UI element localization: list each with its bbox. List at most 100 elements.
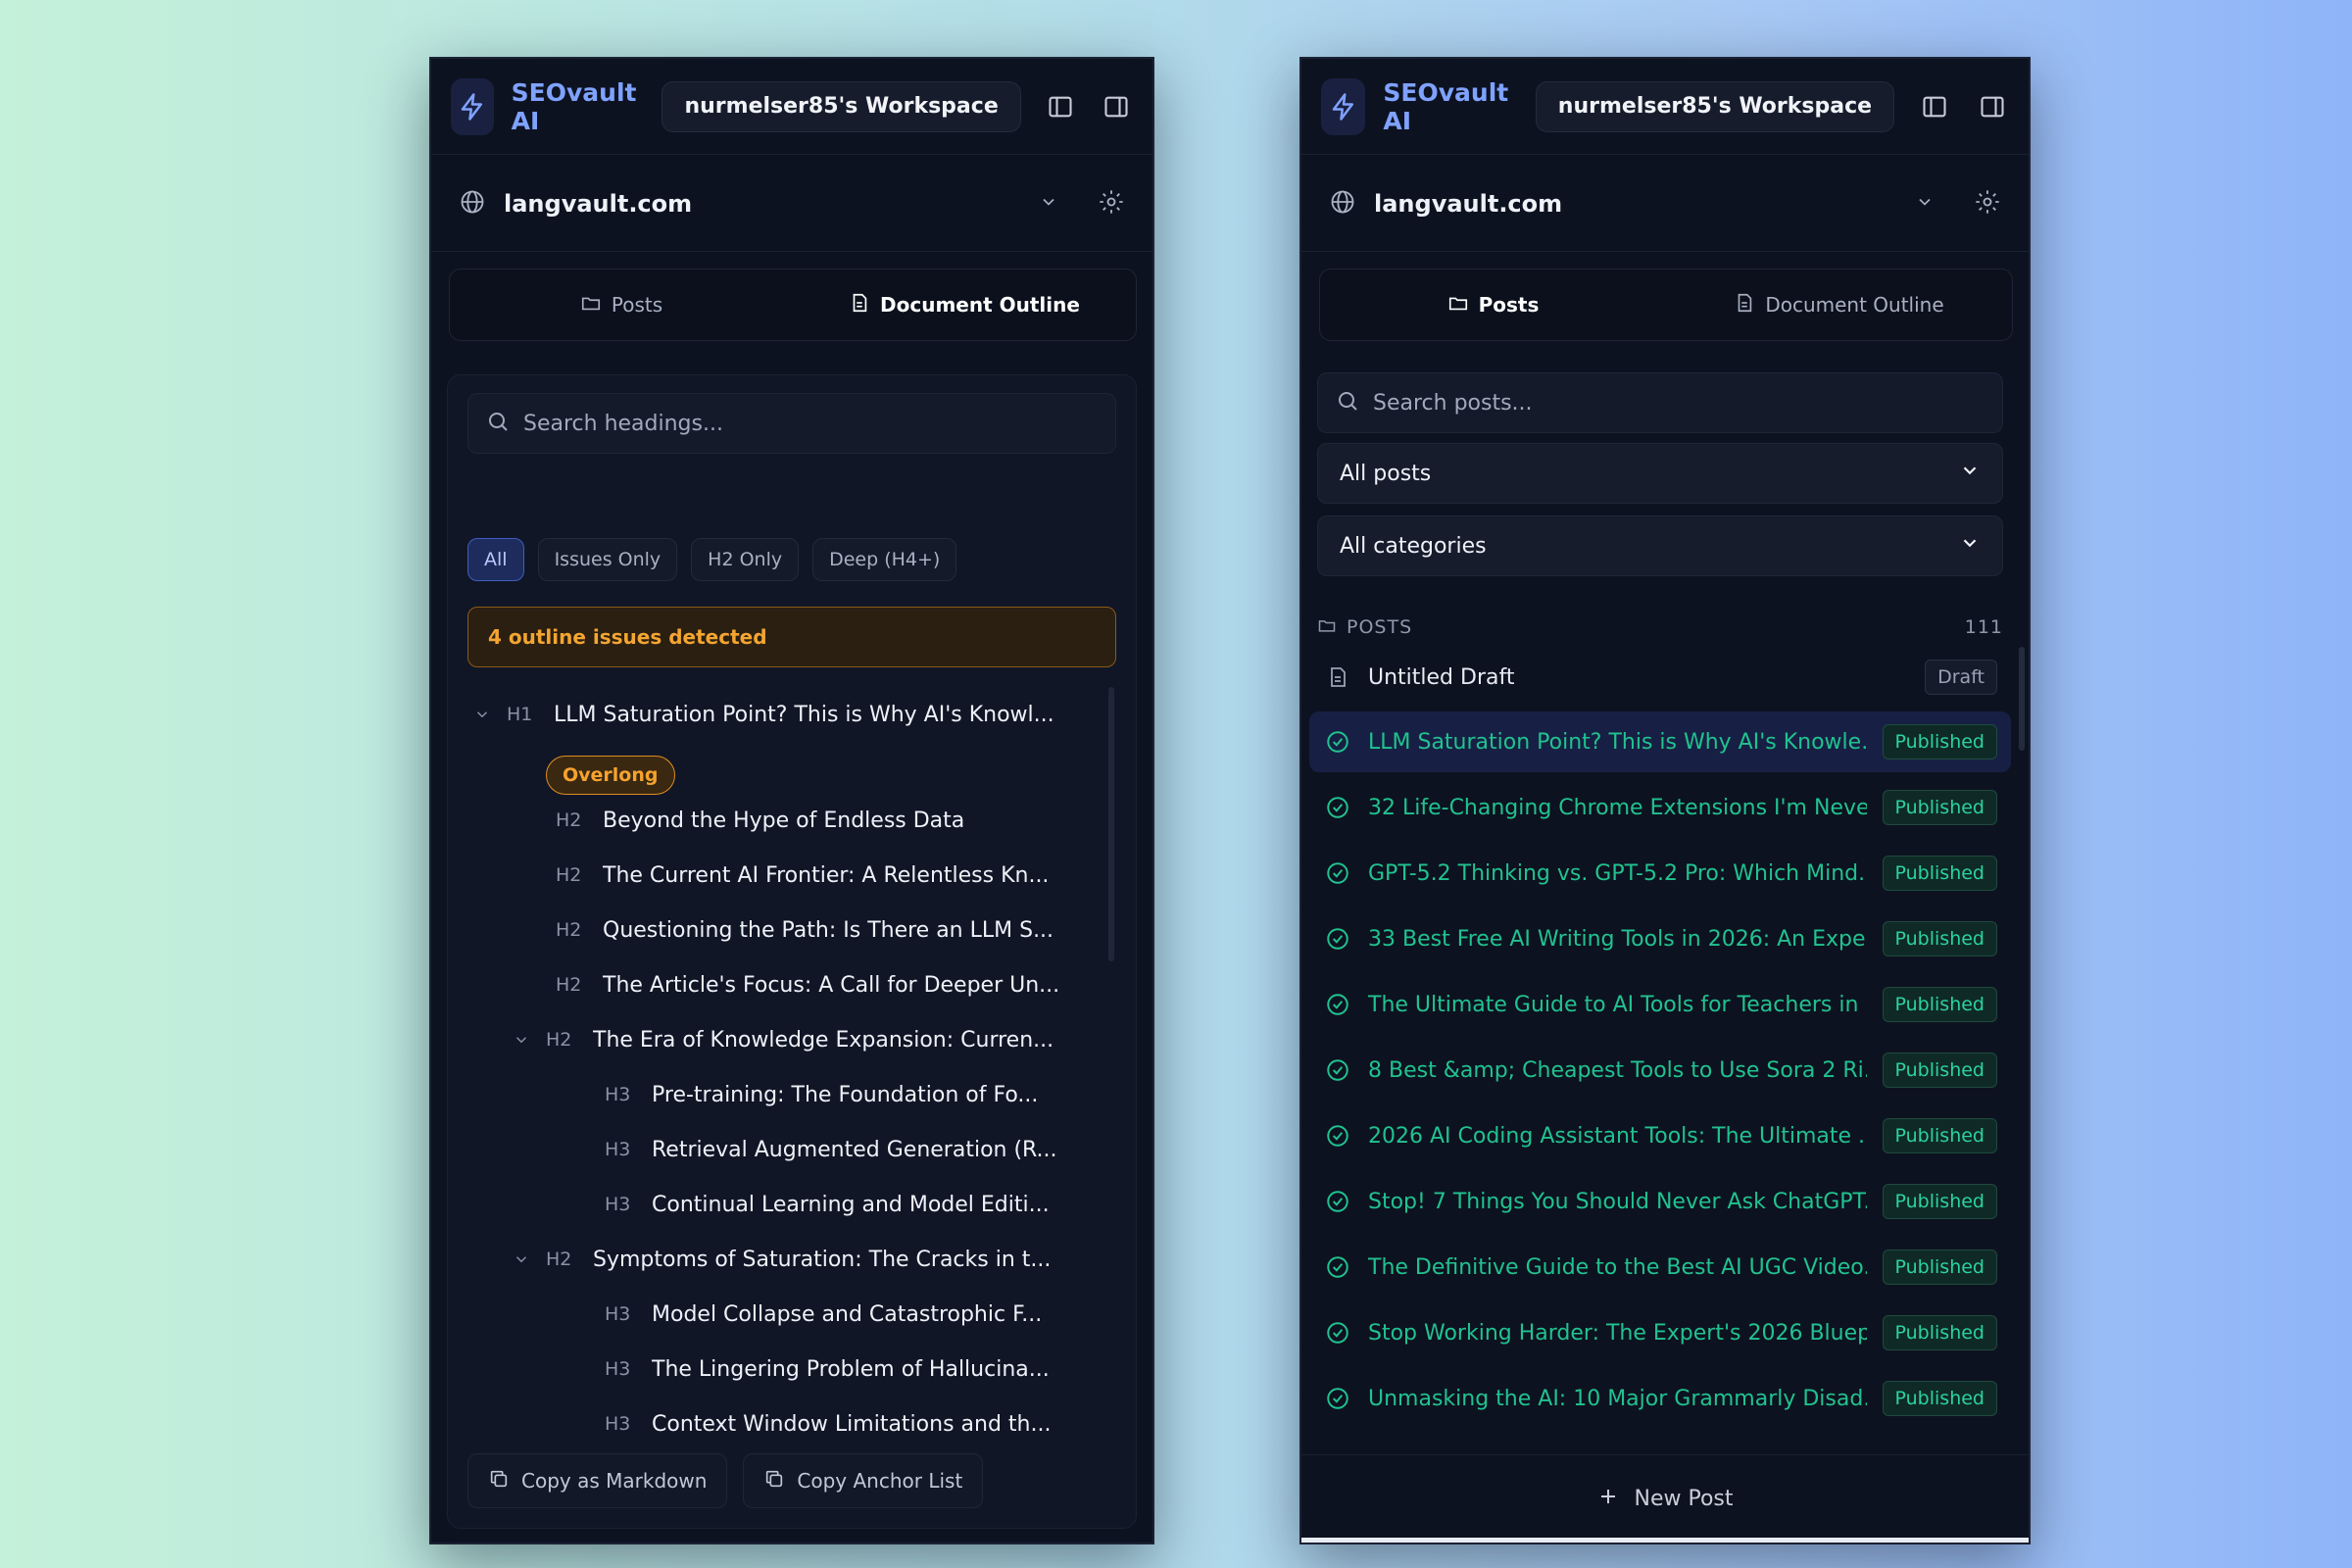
heading-text: The Article's Focus: A Call for Deeper U… bbox=[603, 972, 1060, 998]
panel-header: SEOvault AI nurmelser85's Workspace bbox=[1301, 59, 2029, 155]
bolt-icon[interactable] bbox=[451, 77, 494, 135]
post-item[interactable]: Unmasking the AI: 10 Major Grammarly Dis… bbox=[1309, 1368, 2011, 1429]
bolt-icon[interactable] bbox=[1321, 77, 1366, 135]
folder-icon bbox=[1447, 292, 1469, 318]
heading-text: LLM Saturation Point? This is Why AI's K… bbox=[554, 702, 1054, 727]
outline-panel: SEOvault AI nurmelser85's Workspace lang… bbox=[429, 57, 1154, 1544]
copy-anchor-button[interactable]: Copy Anchor List bbox=[743, 1453, 984, 1508]
tab-posts-label: Posts bbox=[1478, 293, 1540, 317]
heading-row[interactable]: H3 Continual Learning and Model Editi... bbox=[595, 1177, 1097, 1232]
filter-deep[interactable]: Deep (H4+) bbox=[812, 538, 957, 581]
heading-row[interactable]: H2 The Era of Knowledge Expansion: Curre… bbox=[507, 1012, 1097, 1067]
heading-row[interactable]: H3 Model Collapse and Catastrophic F... bbox=[595, 1287, 1097, 1342]
filter-chips: All Issues Only H2 Only Deep (H4+) bbox=[467, 538, 957, 581]
tab-document-outline[interactable]: Document Outline bbox=[793, 270, 1136, 340]
category-filter-value: All categories bbox=[1340, 533, 1487, 559]
copy-markdown-button[interactable]: Copy as Markdown bbox=[467, 1453, 728, 1508]
posts-panel: SEOvault AI nurmelser85's Workspace lang… bbox=[1299, 57, 2031, 1544]
post-item[interactable]: 8 Best &amp; Cheapest Tools to Use Sora … bbox=[1309, 1040, 2011, 1101]
document-icon bbox=[1323, 665, 1352, 689]
tab-outline-label: Document Outline bbox=[880, 293, 1080, 317]
post-item[interactable]: The Ultimate Guide to AI Tools for Teach… bbox=[1309, 974, 2011, 1035]
tab-posts[interactable]: Posts bbox=[1320, 270, 1666, 340]
workspace-switcher[interactable]: nurmelser85's Workspace bbox=[662, 80, 1021, 132]
post-item[interactable]: Stop Working Harder: The Expert's 2026 B… bbox=[1309, 1302, 2011, 1363]
folder-icon bbox=[1317, 615, 1337, 640]
post-item[interactable]: LLM Saturation Point? This is Why AI's K… bbox=[1309, 711, 2011, 772]
post-item[interactable]: 2026 AI Coding Assistant Tools: The Ulti… bbox=[1309, 1105, 2011, 1166]
tree-scrollbar[interactable] bbox=[1108, 687, 1114, 961]
view-tabs: Posts Document Outline bbox=[449, 269, 1137, 341]
heading-row[interactable]: H2 The Article's Focus: A Call for Deepe… bbox=[546, 957, 1097, 1012]
chevron-down-icon[interactable] bbox=[1915, 192, 1935, 216]
posts-section-header: POSTS 111 bbox=[1317, 608, 2003, 647]
post-title: GPT-5.2 Thinking vs. GPT-5.2 Pro: Which … bbox=[1368, 860, 1867, 886]
tab-posts[interactable]: Posts bbox=[450, 270, 793, 340]
posts-scrollbar[interactable] bbox=[2019, 647, 2025, 751]
sidebar-left-icon[interactable] bbox=[1918, 85, 1951, 128]
heading-level: H2 bbox=[546, 1029, 572, 1051]
chevron-down-icon[interactable] bbox=[1039, 192, 1058, 216]
heading-text: The Lingering Problem of Hallucina... bbox=[652, 1356, 1050, 1382]
status-badge: Published bbox=[1882, 1250, 1997, 1285]
post-item[interactable]: The Definitive Guide to the Best AI UGC … bbox=[1309, 1237, 2011, 1298]
status-filter-select[interactable]: All posts bbox=[1317, 443, 2003, 504]
status-badge: Published bbox=[1882, 1184, 1997, 1219]
post-search[interactable]: Search posts... bbox=[1317, 372, 2003, 433]
gear-icon[interactable] bbox=[1098, 188, 1125, 220]
filter-h2-only[interactable]: H2 Only bbox=[691, 538, 800, 581]
sidebar-left-icon[interactable] bbox=[1045, 85, 1077, 128]
heading-row[interactable]: H2 The Current AI Frontier: A Relentless… bbox=[546, 848, 1097, 903]
outline-actions: Copy as Markdown Copy Anchor List bbox=[467, 1453, 984, 1508]
issues-banner[interactable]: 4 outline issues detected bbox=[467, 607, 1116, 667]
post-title: 32 Life-Changing Chrome Extensions I'm N… bbox=[1368, 795, 1867, 820]
search-input[interactable]: Search posts... bbox=[1373, 391, 1533, 416]
post-item[interactable]: Stop! 7 Things You Should Never Ask Chat… bbox=[1309, 1171, 2011, 1232]
heading-text: Continual Learning and Model Editi... bbox=[652, 1192, 1050, 1217]
heading-row[interactable]: H3 Retrieval Augmented Generation (R... bbox=[595, 1122, 1097, 1177]
status-badge: Published bbox=[1882, 1381, 1997, 1416]
check-circle-icon bbox=[1323, 992, 1352, 1017]
heading-level: H3 bbox=[605, 1413, 631, 1435]
site-name: langvault.com bbox=[1374, 189, 1563, 218]
post-item[interactable]: GPT-5.2 Thinking vs. GPT-5.2 Pro: Which … bbox=[1309, 843, 2011, 904]
heading-level: H1 bbox=[507, 704, 533, 725]
heading-row[interactable]: H3 The Lingering Problem of Hallucina... bbox=[595, 1342, 1097, 1396]
sidebar-right-icon[interactable] bbox=[1976, 85, 2009, 128]
overlong-badge: Overlong bbox=[546, 756, 675, 795]
filter-issues-only[interactable]: Issues Only bbox=[537, 538, 678, 581]
tab-document-outline[interactable]: Document Outline bbox=[1666, 270, 2012, 340]
post-list: Untitled Draft Draft LLM Saturation Poin… bbox=[1309, 647, 2011, 1509]
heading-row[interactable]: H2 Beyond the Hype of Endless Data bbox=[546, 793, 1097, 848]
heading-row[interactable]: H2 Symptoms of Saturation: The Cracks in… bbox=[507, 1232, 1097, 1287]
search-input[interactable]: Search headings... bbox=[523, 412, 723, 436]
post-title: Untitled Draft bbox=[1368, 664, 1515, 690]
heading-row[interactable]: H3 Pre-training: The Foundation of Fo... bbox=[595, 1067, 1097, 1122]
gear-icon[interactable] bbox=[1974, 188, 2001, 220]
heading-row[interactable]: H2 Questioning the Path: Is There an LLM… bbox=[546, 903, 1097, 957]
filter-all[interactable]: All bbox=[467, 538, 524, 581]
post-item[interactable]: 32 Life-Changing Chrome Extensions I'm N… bbox=[1309, 777, 2011, 838]
chevron-down-icon[interactable] bbox=[507, 1250, 536, 1268]
document-icon bbox=[849, 292, 870, 318]
heading-row[interactable]: H3 Context Window Limitations and th... bbox=[595, 1396, 1097, 1442]
posts-section-label: POSTS bbox=[1347, 616, 1413, 638]
check-circle-icon bbox=[1323, 1189, 1352, 1214]
status-badge: Draft bbox=[1925, 660, 1997, 695]
heading-row[interactable]: H1 LLM Saturation Point? This is Why AI'… bbox=[467, 687, 1097, 742]
plus-icon bbox=[1596, 1485, 1620, 1514]
post-item[interactable]: 33 Best Free AI Writing Tools in 2026: A… bbox=[1309, 908, 2011, 969]
site-selector[interactable]: langvault.com bbox=[431, 156, 1152, 252]
check-circle-icon bbox=[1323, 860, 1352, 886]
sidebar-right-icon[interactable] bbox=[1101, 85, 1133, 128]
chevron-down-icon[interactable] bbox=[467, 706, 497, 723]
view-tabs: Posts Document Outline bbox=[1319, 269, 2013, 341]
heading-search[interactable]: Search headings... bbox=[467, 393, 1116, 454]
tab-outline-label: Document Outline bbox=[1765, 293, 1944, 317]
category-filter-select[interactable]: All categories bbox=[1317, 515, 2003, 576]
site-selector[interactable]: langvault.com bbox=[1301, 156, 2029, 252]
new-post-button[interactable]: New Post bbox=[1301, 1454, 2029, 1543]
post-item[interactable]: Untitled Draft Draft bbox=[1309, 647, 2011, 708]
chevron-down-icon[interactable] bbox=[507, 1031, 536, 1049]
workspace-switcher[interactable]: nurmelser85's Workspace bbox=[1535, 80, 1895, 132]
